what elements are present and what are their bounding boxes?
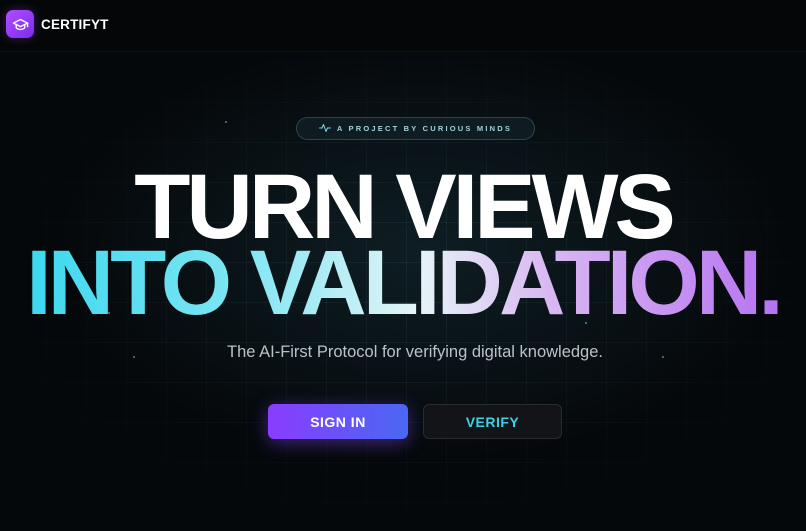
headline-line-2: INTO VALIDATION. [0, 237, 806, 329]
graduation-cap-icon [6, 10, 34, 38]
brand-logo-link[interactable]: CERTIFYT [6, 10, 109, 38]
project-badge: A PROJECT BY CURIOUS MINDS [296, 117, 535, 140]
pulse-icon [318, 120, 331, 138]
badge-text: A PROJECT BY CURIOUS MINDS [336, 124, 513, 133]
star-dot [225, 121, 227, 123]
hero-subtitle: The AI-First Protocol for verifying digi… [227, 343, 603, 361]
verify-button[interactable]: VERIFY [423, 404, 562, 439]
top-navbar: CERTIFYT [0, 0, 806, 52]
landing-page: CERTIFYT A PROJECT BY CURIOUS MINDS TURN… [0, 0, 806, 531]
sign-in-button[interactable]: SIGN IN [268, 404, 408, 439]
brand-name: CERTIFYT [41, 16, 109, 32]
